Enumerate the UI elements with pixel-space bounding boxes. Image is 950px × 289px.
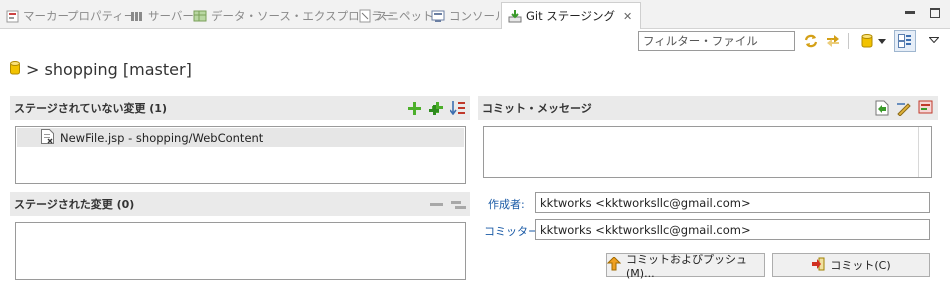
repository-header: > shopping [master] [10,60,192,79]
tab-label: プロパティー [67,9,136,23]
add-all-to-index-icon[interactable] [428,100,444,116]
tab-label: コンソール [449,9,507,23]
unstaged-changes-header: ステージされていない変更 (1) [10,96,470,120]
filter-files-input[interactable] [638,31,795,51]
section-title: ステージされていない変更 (1) [14,102,167,115]
section-title: ステージされた変更 (0) [14,198,135,211]
repository-title: > shopping [master] [26,60,192,79]
commit-icon [811,257,825,274]
unstaged-files-list[interactable]: NewFile.jsp - shopping/WebContent [15,126,466,184]
chevron-down-icon[interactable] [876,31,888,51]
sign-off-icon[interactable] [896,100,912,116]
tab-markers[interactable]: マーカー [5,5,69,27]
tab-servers[interactable]: サーバー [130,5,194,27]
add-change-id-icon[interactable] [918,100,934,116]
repository-icon[interactable] [857,31,877,51]
committer-field[interactable] [535,219,930,240]
commit-and-push-button[interactable]: コミットおよびプッシュ(M)... [606,252,765,280]
git-staging-icon [508,9,522,23]
message-scrollbar[interactable] [918,127,919,177]
minimize-view-button[interactable] [902,5,918,21]
commit-message-textarea[interactable] [483,126,932,178]
tab-label: Git ステージング [526,9,616,23]
sort-icon[interactable] [450,100,466,116]
close-icon[interactable]: ✕ [623,10,632,23]
file-label: NewFile.jsp - shopping/WebContent [60,130,264,145]
tab-label: マーカー [23,9,69,23]
console-icon [431,9,445,23]
servers-icon [130,9,144,23]
refresh-icon[interactable] [801,31,821,51]
tab-label: スニペット [376,9,434,23]
remove-all-from-index-icon[interactable] [450,196,466,212]
snippets-icon [358,9,372,23]
staged-changes-header: ステージされた変更 (0) [10,192,470,216]
maximize-view-button[interactable] [927,5,943,21]
commit-message-header: コミット・メッセージ [478,96,938,120]
tab-snippets[interactable]: スニペット [358,5,434,27]
layout-toggle-icon[interactable] [894,30,916,52]
view-menu-icon[interactable] [924,30,944,50]
author-label: 作成者: [488,198,525,211]
toolbar-separator [848,33,849,49]
data-source-icon [193,9,207,23]
view-tab-bar: マーカー プロパティー サーバー データ・ソース・エクスプローラー スニペット … [0,0,950,29]
tab-console[interactable]: コンソール [431,5,507,27]
commit-button[interactable]: コミット(C) [772,253,930,277]
button-label: コミットおよびプッシュ(M)... [626,252,747,280]
remove-from-index-icon[interactable] [428,196,444,212]
markers-icon [5,9,19,23]
button-label: コミット(C) [830,259,891,272]
repository-icon [10,60,20,79]
list-item[interactable]: NewFile.jsp - shopping/WebContent [17,128,464,147]
section-title: コミット・メッセージ [482,102,592,115]
tab-git-staging[interactable]: Git ステージング ✕ [501,2,642,29]
tab-properties[interactable]: プロパティー [67,5,135,27]
staged-files-list[interactable] [15,222,466,280]
compare-mode-icon[interactable] [823,31,843,51]
push-icon [606,255,622,274]
add-to-index-icon[interactable] [406,100,422,116]
committer-label: コミッター: [484,225,543,238]
author-field[interactable] [535,192,930,213]
amend-commit-icon[interactable] [874,100,890,116]
modified-file-icon [41,128,54,147]
tab-label: サーバー [148,9,194,23]
